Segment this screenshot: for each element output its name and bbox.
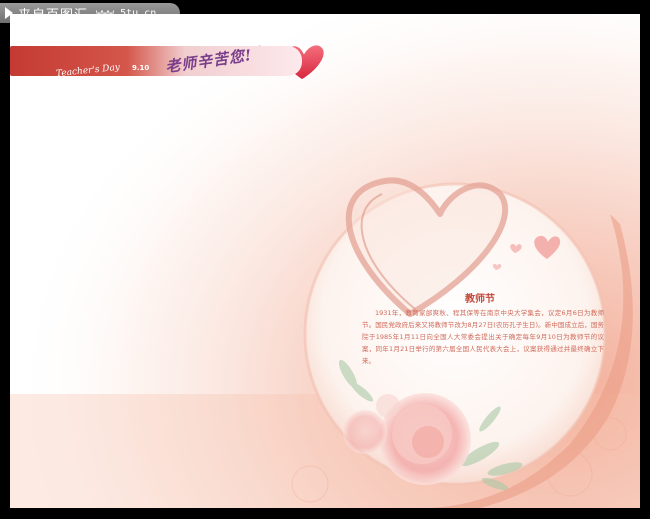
background-artwork bbox=[10, 14, 640, 508]
banner-date: 9.10 bbox=[132, 64, 150, 72]
article-title: 教师节 bbox=[465, 294, 495, 305]
card-page: Teacher's Day 9.10 老师辛苦您! 教师节 1931年，教育家邰… bbox=[10, 14, 640, 508]
teachers-day-banner bbox=[10, 46, 302, 76]
article-body: 1931年，教育家邰爽秋、程其保等在南京中央大学集会，议定6月6日为教师节。国民… bbox=[362, 309, 604, 365]
